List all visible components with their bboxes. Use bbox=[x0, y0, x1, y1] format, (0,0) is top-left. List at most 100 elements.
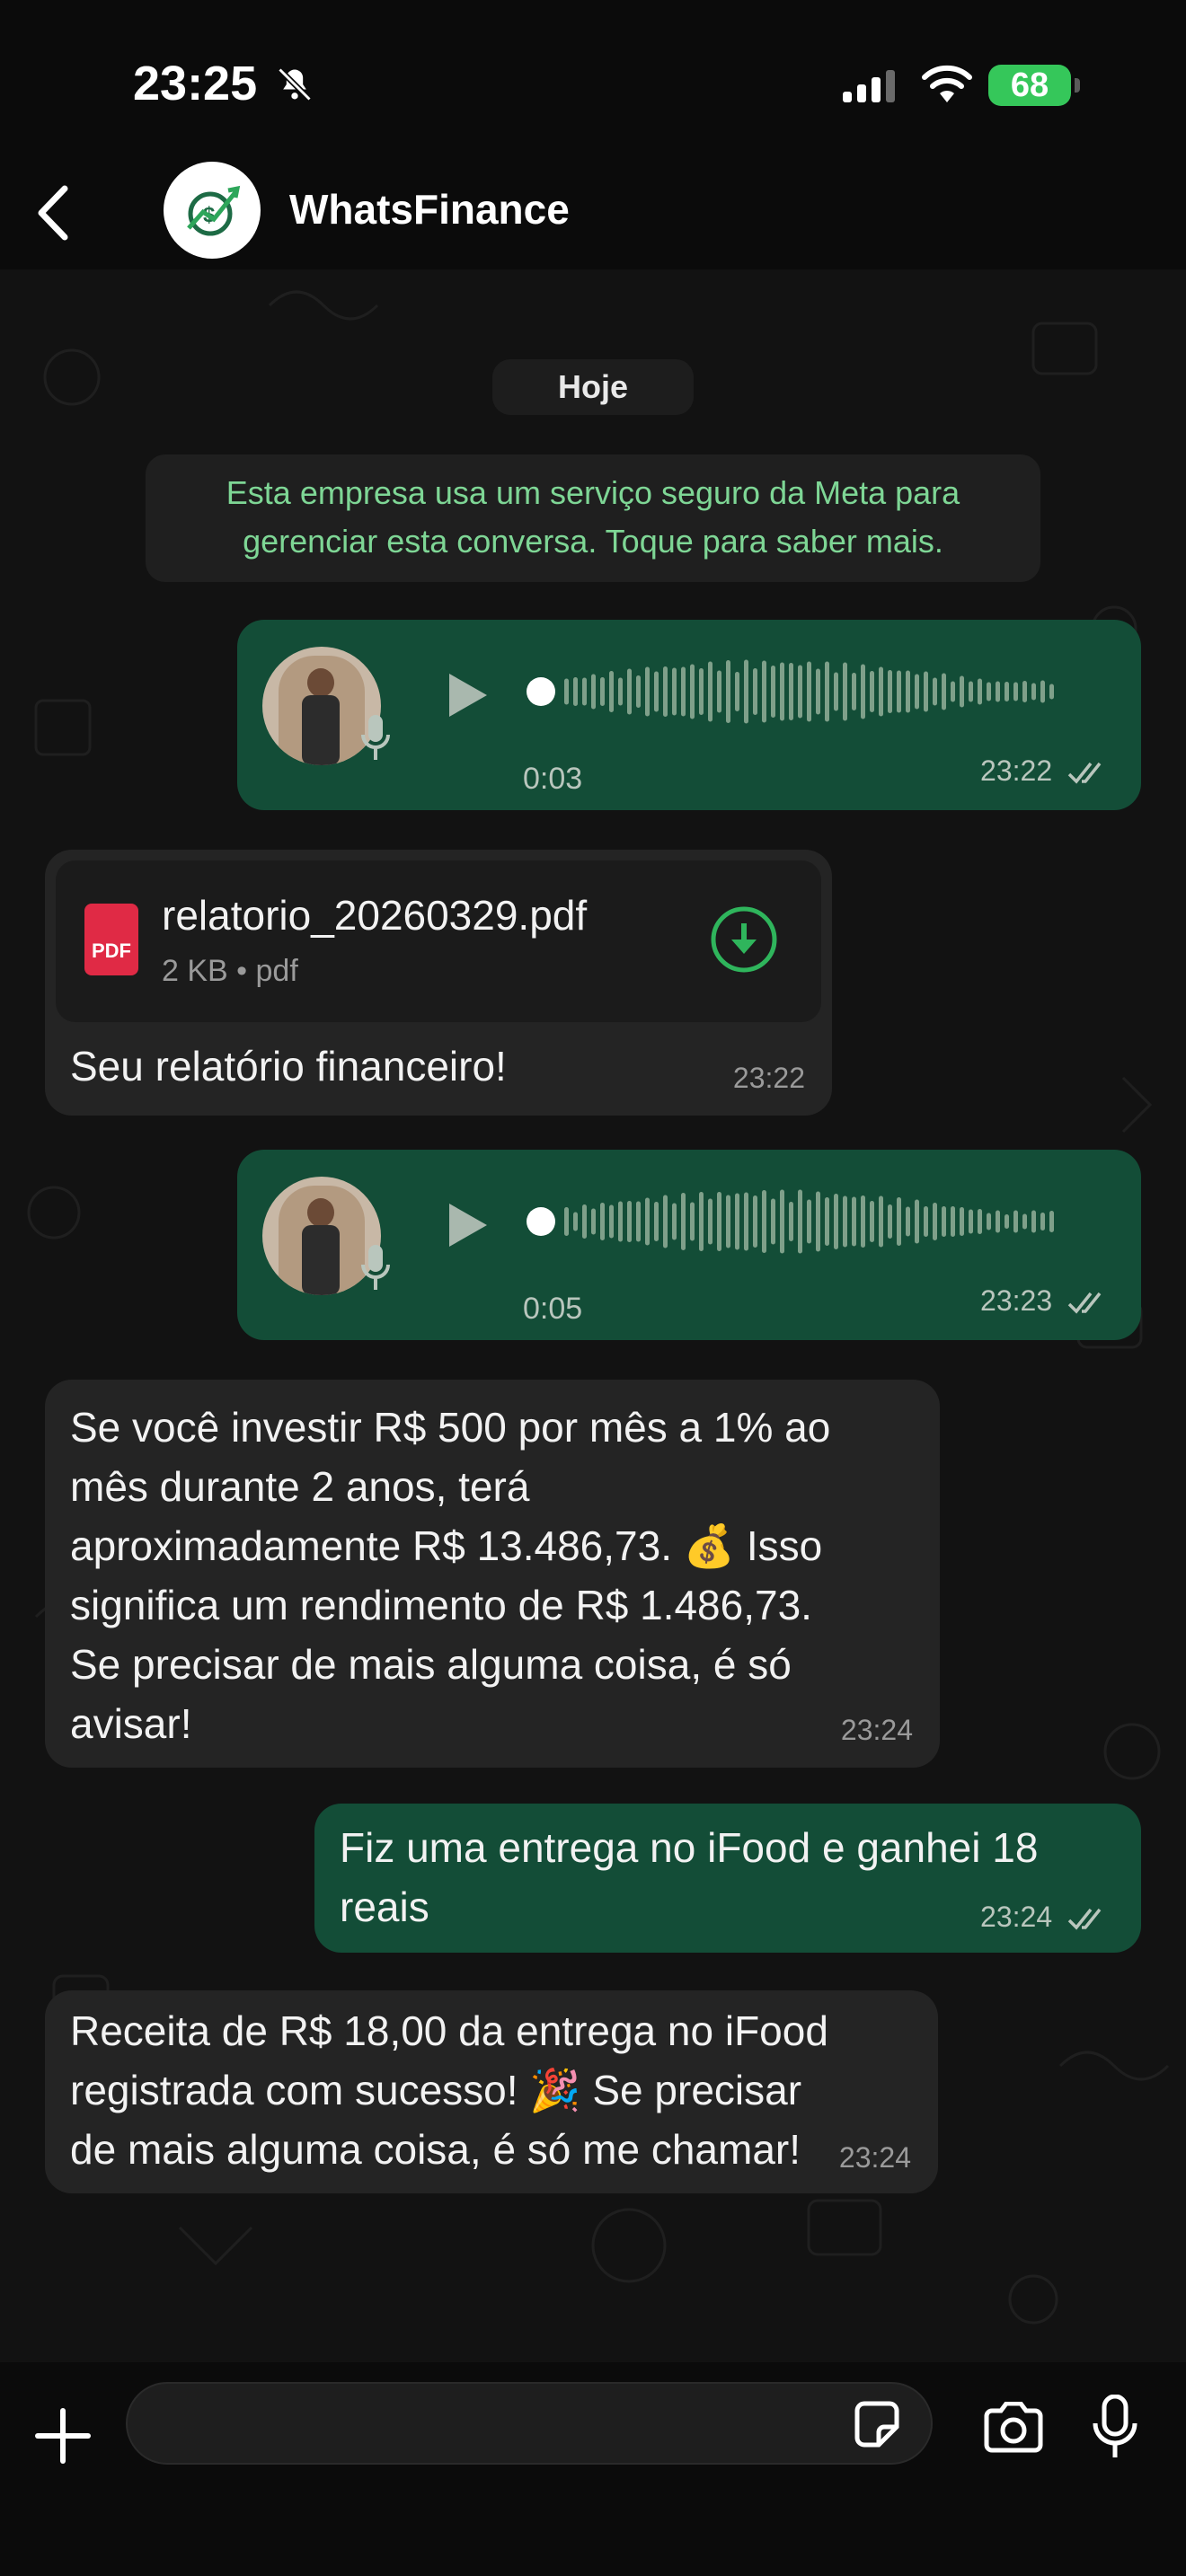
waveform-bar bbox=[1031, 1210, 1036, 1233]
waveform-bar bbox=[771, 666, 775, 718]
waveform-bar bbox=[654, 671, 659, 712]
waveform-bar bbox=[861, 664, 865, 719]
audio-waveform[interactable] bbox=[525, 1186, 1186, 1257]
waveform-bar bbox=[618, 677, 623, 706]
cellular-signal-icon bbox=[843, 70, 895, 102]
waveform-bar bbox=[960, 675, 964, 708]
waveform-bar bbox=[744, 1192, 748, 1251]
waveform-bar bbox=[987, 1213, 991, 1231]
waveform-bar bbox=[1031, 683, 1036, 701]
document-message[interactable]: PDF relatorio_20260329.pdf 2 KB • pdf Se… bbox=[45, 850, 832, 1116]
meta-encryption-notice[interactable]: Esta empresa usa um serviço seguro da Me… bbox=[146, 454, 1040, 582]
waveform-bar bbox=[924, 671, 928, 712]
battery-indicator: 68 bbox=[988, 65, 1080, 106]
voice-message[interactable]: 0:05 23:23 bbox=[237, 1150, 1141, 1340]
waveform-bar bbox=[834, 1194, 838, 1249]
waveform-bar bbox=[627, 668, 632, 715]
text-message[interactable]: Fiz uma entrega no iFood e ganhei 18 rea… bbox=[314, 1804, 1141, 1953]
voice-duration: 0:03 bbox=[523, 762, 583, 796]
waveform-bar bbox=[861, 1195, 865, 1248]
waveform-bar bbox=[645, 1197, 650, 1246]
bell-off-icon bbox=[278, 67, 312, 101]
waveform-bar bbox=[690, 664, 695, 719]
playhead-dot[interactable] bbox=[527, 677, 555, 706]
contact-avatar[interactable]: $ bbox=[164, 162, 261, 259]
waveform-bar bbox=[780, 1189, 784, 1254]
waveform-bar bbox=[1040, 1213, 1045, 1231]
waveform-bar bbox=[969, 681, 973, 702]
waveform-bar bbox=[825, 1197, 829, 1246]
download-icon[interactable] bbox=[710, 905, 778, 974]
waveform-bar bbox=[825, 661, 829, 722]
read-ticks-icon bbox=[1067, 1292, 1102, 1314]
waveform-bar bbox=[600, 677, 605, 706]
waveform-bar bbox=[879, 1195, 883, 1248]
waveform-bar bbox=[798, 1189, 802, 1254]
waveform-bar bbox=[906, 670, 910, 713]
waveform-bar bbox=[600, 1203, 605, 1240]
pdf-file-info: 2 KB • pdf bbox=[162, 954, 298, 988]
camera-icon[interactable] bbox=[981, 2402, 1046, 2456]
waveform-bar bbox=[582, 1204, 587, 1239]
waveform-bar bbox=[726, 1195, 730, 1248]
waveform-bar bbox=[987, 682, 991, 701]
text-message[interactable]: Receita de R$ 18,00 da entrega no iFood … bbox=[45, 1990, 938, 2193]
message-input[interactable] bbox=[126, 2382, 933, 2465]
pdf-attachment[interactable]: PDF relatorio_20260329.pdf 2 KB • pdf bbox=[56, 860, 821, 1022]
text-message[interactable]: Se você investir R$ 500 por mês a 1% ao … bbox=[45, 1380, 940, 1768]
waveform-bar bbox=[609, 671, 614, 712]
audio-waveform[interactable] bbox=[525, 656, 1186, 728]
plus-icon[interactable] bbox=[34, 2407, 92, 2465]
play-icon[interactable] bbox=[446, 1200, 491, 1250]
waveform-bar bbox=[798, 665, 802, 719]
waveform-bar bbox=[735, 1193, 739, 1250]
waveform-bar bbox=[996, 681, 1000, 702]
message-meta: 23:23 bbox=[980, 1284, 1109, 1318]
waveform-bar bbox=[627, 1201, 632, 1242]
waveform-bar bbox=[942, 673, 946, 710]
waveform-bar bbox=[717, 670, 721, 713]
waveform-bar bbox=[744, 659, 748, 724]
waveform-bar bbox=[897, 670, 901, 713]
waveform-bar bbox=[591, 1208, 596, 1235]
voice-message[interactable]: 0:03 23:22 bbox=[237, 620, 1141, 810]
sticker-icon[interactable] bbox=[850, 2398, 902, 2450]
waveform-bar bbox=[609, 1204, 614, 1239]
waveform-bar bbox=[870, 671, 874, 712]
waveform-bar bbox=[942, 1206, 946, 1237]
chat-area[interactable]: Hoje Esta empresa usa um serviço seguro … bbox=[0, 269, 1186, 2362]
mic-badge-icon bbox=[361, 1245, 390, 1290]
waveform-bar bbox=[708, 661, 712, 722]
waveform-bar bbox=[789, 663, 793, 720]
play-icon[interactable] bbox=[446, 670, 491, 720]
waveform-bar bbox=[753, 668, 757, 715]
waveform-bar bbox=[564, 1207, 569, 1236]
waveform-bar bbox=[1022, 681, 1027, 702]
waveform-bar bbox=[969, 1209, 973, 1234]
message-meta: 23:24 bbox=[980, 1901, 1109, 1934]
message-time: 23:24 bbox=[840, 1714, 913, 1746]
message-time: 23:22 bbox=[980, 754, 1053, 787]
waveform-bar bbox=[681, 666, 686, 717]
waveform-bar bbox=[915, 1199, 919, 1244]
waveform-bar bbox=[852, 1196, 856, 1247]
waveform-bar bbox=[699, 1192, 704, 1251]
voice-duration: 0:05 bbox=[523, 1292, 583, 1326]
waveform-bar bbox=[672, 1203, 677, 1240]
date-chip: Hoje bbox=[492, 359, 694, 415]
back-chevron-icon[interactable] bbox=[31, 181, 75, 244]
waveform-bar bbox=[564, 678, 569, 705]
waveform-bar bbox=[708, 1198, 712, 1245]
waveform-bar bbox=[573, 1212, 578, 1231]
waveform-bar bbox=[672, 667, 677, 716]
microphone-icon[interactable] bbox=[1091, 2395, 1139, 2459]
contact-name[interactable]: WhatsFinance bbox=[289, 185, 570, 234]
message-meta: 23:22 bbox=[980, 754, 1109, 788]
waveform-bar bbox=[978, 1209, 982, 1234]
playhead-dot[interactable] bbox=[527, 1207, 555, 1236]
waveform-bar bbox=[789, 1202, 793, 1241]
document-caption: Seu relatório financeiro! bbox=[70, 1043, 507, 1090]
message-time: 23:24 bbox=[980, 1901, 1053, 1933]
read-ticks-icon bbox=[1067, 1908, 1102, 1930]
waveform-bar bbox=[1049, 684, 1054, 700]
